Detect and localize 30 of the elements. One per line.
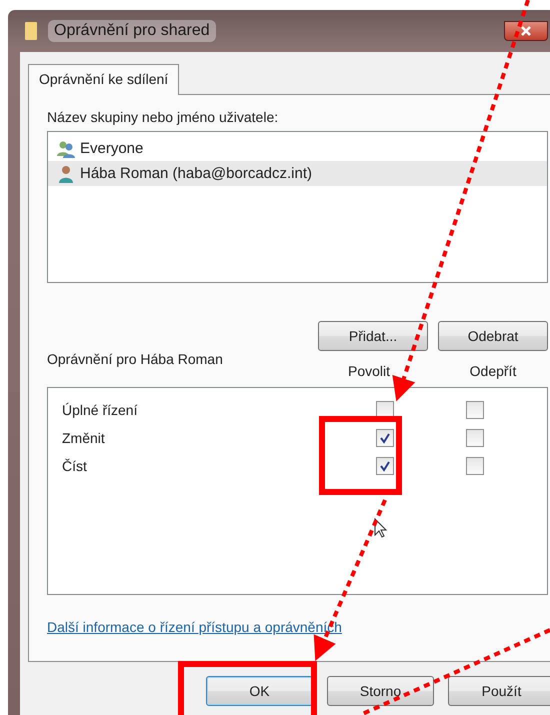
checkmark-icon — [379, 432, 391, 444]
user-icon — [56, 164, 76, 184]
permission-name: Změnit — [62, 430, 106, 446]
permissions-label: Oprávnění pro Hába Roman — [47, 351, 224, 367]
window-title: Oprávnění pro shared — [48, 20, 216, 42]
dialog-button[interactable]: OK — [206, 676, 313, 706]
deny-checkbox[interactable] — [466, 401, 484, 419]
dialog-button[interactable]: Storno — [327, 676, 434, 706]
close-icon — [521, 26, 531, 36]
users-icon — [56, 138, 76, 158]
allow-checkbox[interactable] — [376, 429, 394, 447]
deny-checkbox[interactable] — [466, 429, 484, 447]
checkmark-icon — [379, 460, 391, 472]
allow-checkbox[interactable] — [376, 457, 394, 475]
column-header: Povolit — [346, 363, 392, 379]
deny-checkbox[interactable] — [466, 457, 484, 475]
permission-name: Úplné řízení — [62, 402, 138, 418]
folder-icon — [24, 21, 38, 41]
permission-name: Číst — [62, 458, 88, 474]
remove-button[interactable]: Odebrat — [438, 321, 548, 351]
close-button[interactable] — [504, 21, 548, 41]
mouse-cursor-icon — [374, 518, 388, 538]
list-label: Název skupiny nebo jméno uživatele: — [47, 109, 280, 125]
column-header: Odepřít — [468, 363, 518, 379]
dialog-button[interactable]: Použít — [448, 676, 550, 706]
tab[interactable]: Oprávnění ke sdílení — [28, 64, 180, 95]
user-list-item[interactable]: Hába Roman (haba@borcadcz.int) — [48, 161, 547, 186]
help-link[interactable]: Další informace o řízení přístupu a oprávněních — [47, 619, 548, 635]
user-list-item[interactable]: Everyone — [48, 136, 547, 161]
add-button[interactable]: Přidat... — [318, 321, 428, 351]
